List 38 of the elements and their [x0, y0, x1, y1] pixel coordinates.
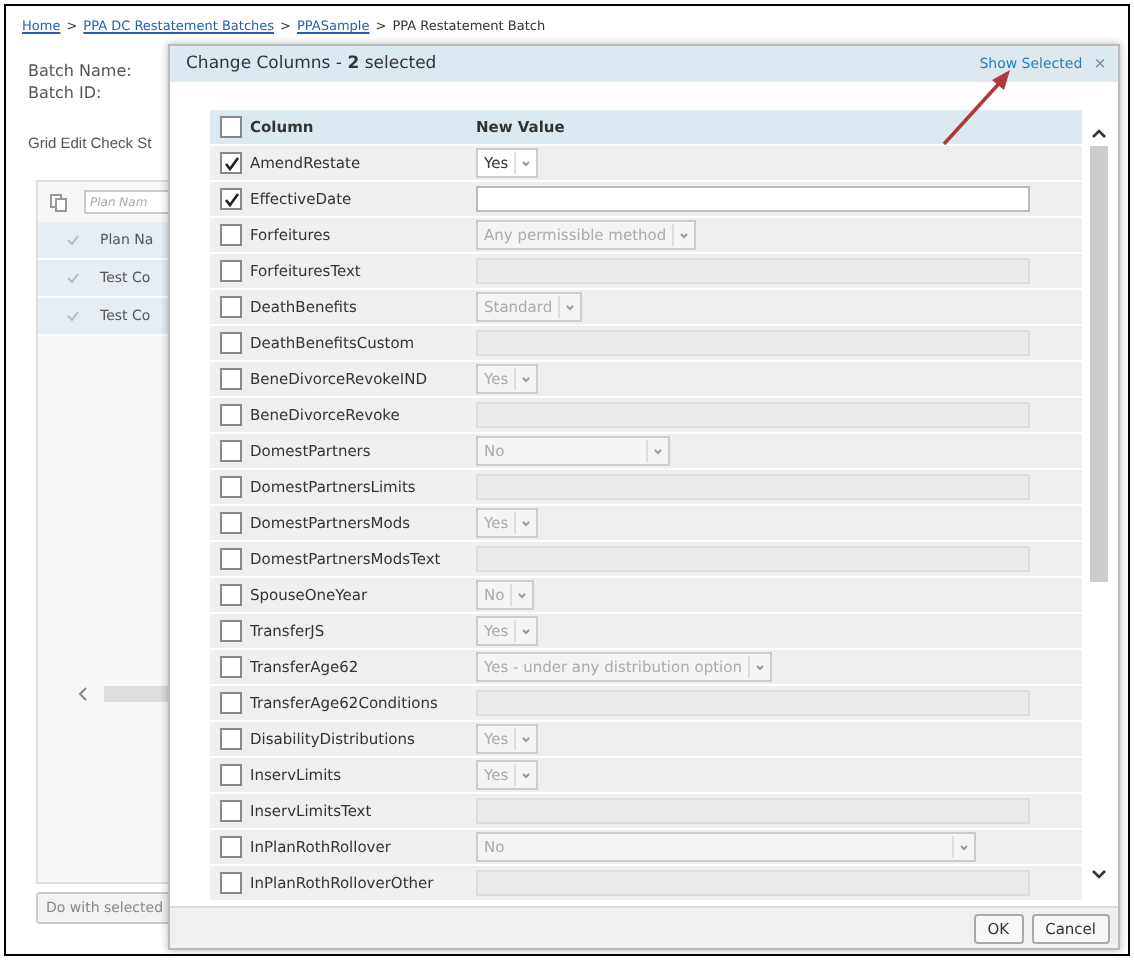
checkbox[interactable]: [220, 116, 242, 138]
checkbox[interactable]: [220, 656, 242, 678]
checkbox[interactable]: [220, 764, 242, 786]
checkbox[interactable]: [220, 692, 242, 714]
checkbox[interactable]: [220, 476, 242, 498]
input-field[interactable]: [476, 186, 1030, 212]
check-icon: [66, 272, 80, 284]
scrollbar-thumb[interactable]: [1090, 146, 1108, 582]
checkbox[interactable]: [220, 260, 242, 282]
field-label: Batch ID:: [28, 82, 104, 104]
checkbox[interactable]: [220, 872, 242, 894]
scroll-down-icon[interactable]: [1090, 866, 1108, 882]
checkbox[interactable]: [220, 404, 242, 426]
checkbox[interactable]: [220, 440, 242, 462]
check-icon: [66, 234, 80, 246]
checkbox[interactable]: [220, 620, 242, 642]
checkbox[interactable]: [220, 188, 242, 210]
checkbox[interactable]: [220, 368, 242, 390]
checkbox[interactable]: [220, 836, 242, 858]
field-label: Batch Name:: [28, 60, 134, 82]
copy-icon[interactable]: [50, 193, 68, 211]
checkbox[interactable]: [220, 152, 242, 174]
checkbox[interactable]: [220, 548, 242, 570]
checkbox[interactable]: [220, 224, 242, 246]
dialog-title: Change Columns - 2 selected: [186, 54, 439, 74]
dropdown-caret-icon: [646, 440, 668, 462]
scroll-up-icon[interactable]: [1090, 126, 1108, 142]
checkbox[interactable]: [220, 584, 242, 606]
checkbox[interactable]: [220, 800, 242, 822]
checkbox[interactable]: [220, 728, 242, 750]
scroll-left-icon[interactable]: [78, 686, 88, 702]
check-icon: [66, 310, 80, 322]
checkbox[interactable]: [220, 332, 242, 354]
close-button[interactable]: ×: [1094, 53, 1106, 75]
dropdown-caret-icon: [747, 656, 770, 678]
dropdown-caret-icon: [952, 836, 974, 858]
checkbox[interactable]: [220, 512, 242, 534]
checkbox[interactable]: [220, 296, 242, 318]
